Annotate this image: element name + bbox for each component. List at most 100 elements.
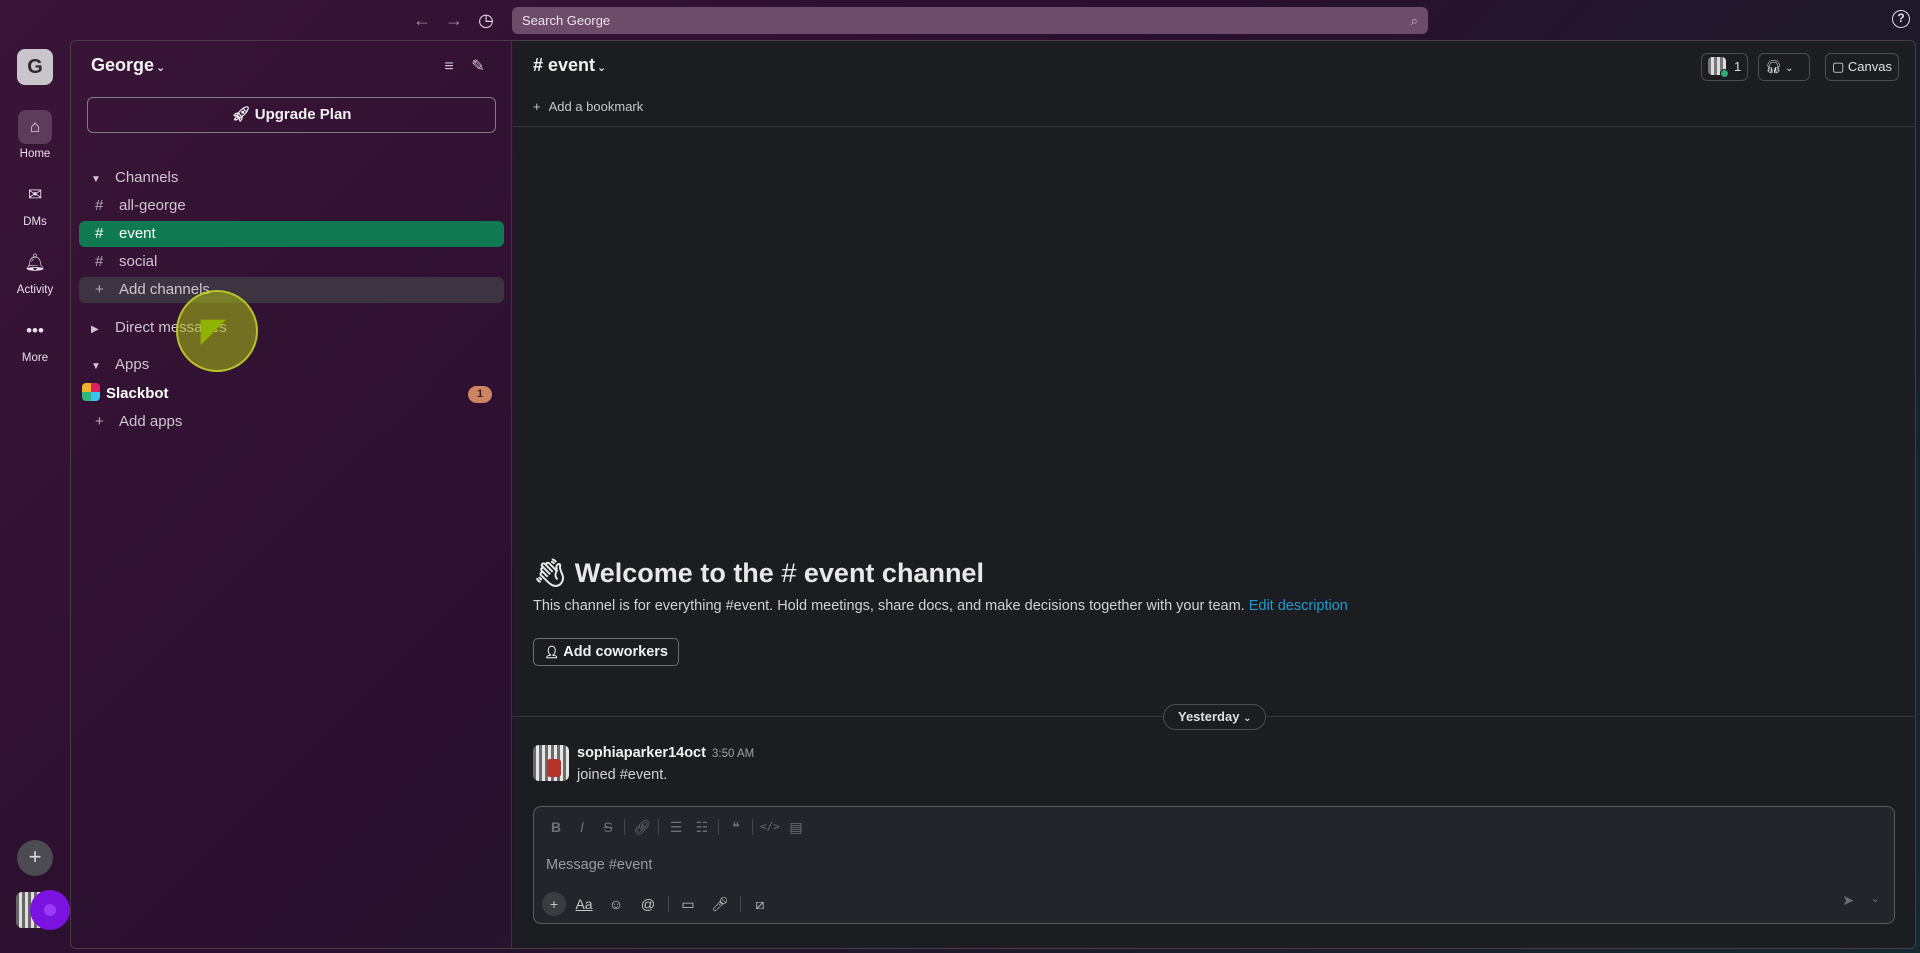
add-bookmark-button[interactable]: + Add a bookmark bbox=[533, 99, 643, 114]
status-dot-icon bbox=[30, 890, 70, 930]
compose-icon[interactable]: ✎ bbox=[467, 56, 489, 78]
canvas-icon: ▢ bbox=[1832, 59, 1848, 74]
mention-icon[interactable]: @ bbox=[636, 892, 660, 916]
channels-heading: Channels bbox=[115, 169, 179, 186]
apps-heading: Apps bbox=[115, 356, 150, 373]
code-block-icon[interactable]: ▤ bbox=[784, 817, 808, 837]
headphones-icon: 🎧︎ bbox=[1765, 59, 1782, 74]
add-coworkers-button[interactable]: 👤︎ Add coworkers bbox=[533, 638, 679, 666]
bold-icon[interactable]: B bbox=[544, 817, 568, 837]
blockquote-icon[interactable]: ❝ bbox=[724, 817, 748, 837]
add-coworkers-label: Add coworkers bbox=[563, 644, 668, 660]
forward-arrow-icon[interactable]: → bbox=[443, 9, 465, 31]
more-icon: ••• bbox=[26, 321, 44, 340]
app-name: Slackbot bbox=[106, 385, 169, 402]
apps-section-toggle[interactable]: ▼ Apps bbox=[91, 356, 149, 373]
rail-label: Activity bbox=[16, 284, 54, 296]
welcome-channel: event channel bbox=[803, 558, 984, 588]
slackbot-icon bbox=[82, 383, 100, 401]
day-divider-button[interactable]: Yesterday ⌄ bbox=[1163, 704, 1267, 730]
link-icon[interactable]: 🔗︎ bbox=[630, 817, 654, 837]
hash-icon: # bbox=[95, 253, 104, 270]
home-icon: ⌂ bbox=[18, 110, 52, 144]
rail-label: DMs bbox=[23, 216, 47, 228]
plus-icon: + bbox=[95, 281, 104, 298]
message-author[interactable]: sophiaparker14oct bbox=[577, 745, 706, 761]
strikethrough-icon[interactable]: S bbox=[596, 817, 620, 837]
upgrade-plan-button[interactable]: 🚀︎ Upgrade Plan bbox=[87, 97, 496, 133]
plus-icon: + bbox=[95, 413, 104, 430]
chevron-down-icon[interactable]: ⌄ bbox=[1871, 892, 1880, 905]
message-timestamp[interactable]: 3:50 AM bbox=[712, 748, 754, 760]
workspace-switcher[interactable]: G bbox=[17, 49, 53, 85]
canvas-label: Canvas bbox=[1847, 59, 1892, 74]
description-text: This channel is for everything #event. H… bbox=[533, 598, 1245, 614]
help-icon[interactable]: ? bbox=[1892, 10, 1910, 28]
back-arrow-icon[interactable]: ← bbox=[411, 9, 433, 31]
rail-item-dms[interactable]: ✉ DMs bbox=[0, 178, 70, 228]
message-composer: B I S 🔗︎ ☰ ☷ ❝ </> ▤ Message #event + Aa… bbox=[533, 806, 1895, 924]
caret-down-icon: ▼ bbox=[91, 361, 101, 372]
top-bar: ← → ◷ Search George ⌕ ? bbox=[0, 0, 1920, 40]
add-channels-button[interactable]: + Add channels bbox=[79, 277, 504, 303]
bulleted-list-icon[interactable]: ☷ bbox=[690, 817, 714, 837]
add-bookmark-label: Add a bookmark bbox=[548, 99, 644, 114]
rail-item-more[interactable]: ••• More bbox=[0, 314, 70, 364]
caret-right-icon: ▶ bbox=[91, 324, 99, 335]
rail-item-home[interactable]: ⌂ Home bbox=[0, 110, 70, 160]
sidebar-item-social[interactable]: # social bbox=[79, 249, 504, 275]
add-workspace-button[interactable]: + bbox=[17, 840, 53, 876]
code-icon[interactable]: </> bbox=[758, 817, 782, 837]
dms-icon: ✉ bbox=[27, 185, 43, 204]
channels-section-toggle[interactable]: ▼ Channels bbox=[91, 169, 178, 186]
history-icon[interactable]: ◷ bbox=[475, 9, 497, 31]
channel-view: # event ⌄ 1 🎧︎ ⌄ ▢ Canvas + Add a bookmark… bbox=[513, 41, 1915, 948]
sidebar: George ⌄ ≡ ✎ 🚀︎ Upgrade Plan ▼ Channels # a… bbox=[71, 41, 512, 948]
bell-icon: 🔔︎ bbox=[24, 253, 46, 272]
rail-label: Home bbox=[19, 148, 51, 160]
search-input[interactable]: Search George ⌕ bbox=[512, 7, 1428, 34]
add-apps-label: Add apps bbox=[119, 413, 183, 430]
person-add-icon: 👤︎ bbox=[544, 645, 560, 659]
send-icon[interactable]: ➤ bbox=[1842, 892, 1854, 909]
divider bbox=[513, 126, 1915, 127]
workspace-menu[interactable]: George ⌄ bbox=[91, 55, 165, 76]
sidebar-item-slackbot[interactable]: Slackbot 1 bbox=[79, 381, 504, 407]
welcome-title: 👋︎ Welcome to the # event channel bbox=[533, 557, 984, 589]
wave-icon: 👋︎ bbox=[533, 558, 575, 588]
video-icon[interactable]: ▭ bbox=[676, 892, 700, 916]
attach-plus-icon[interactable]: + bbox=[542, 892, 566, 916]
channel-header-menu[interactable]: # event ⌄ bbox=[533, 55, 606, 76]
sidebar-item-all-george[interactable]: # all-george bbox=[79, 193, 504, 219]
ordered-list-icon[interactable]: ☰ bbox=[664, 817, 688, 837]
rail-item-activity[interactable]: 🔔︎ Activity bbox=[0, 246, 70, 296]
plus-icon: + bbox=[533, 99, 541, 114]
search-icon: ⌕ bbox=[1410, 13, 1418, 28]
canvas-button[interactable]: ▢ Canvas bbox=[1825, 53, 1899, 81]
channel-name: social bbox=[119, 253, 158, 270]
welcome-prefix: Welcome to the bbox=[574, 558, 774, 588]
slash-command-icon[interactable]: ⧄ bbox=[748, 892, 772, 916]
edit-description-link[interactable]: Edit description bbox=[1249, 598, 1348, 614]
sidebar-item-event[interactable]: # event bbox=[79, 221, 504, 247]
hash-icon: # bbox=[95, 197, 104, 214]
message-input[interactable]: Message #event bbox=[546, 853, 1876, 877]
member-avatar bbox=[1708, 57, 1729, 78]
italic-icon[interactable]: I bbox=[570, 817, 594, 837]
members-button[interactable]: 1 bbox=[1701, 53, 1749, 81]
add-apps-button[interactable]: + Add apps bbox=[79, 409, 504, 435]
rocket-icon: 🚀︎ bbox=[231, 106, 255, 123]
chevron-down-icon: ⌄ bbox=[1785, 63, 1794, 74]
emoji-icon[interactable]: ☺ bbox=[604, 892, 628, 916]
formatting-icon[interactable]: Aa bbox=[572, 892, 596, 916]
welcome-description: This channel is for everything #event. H… bbox=[533, 598, 1348, 614]
huddle-button[interactable]: 🎧︎ ⌄ bbox=[1758, 53, 1810, 81]
search-placeholder: Search George bbox=[522, 13, 611, 28]
unread-badge: 1 bbox=[468, 386, 492, 403]
channel-name: event bbox=[119, 225, 156, 242]
rail-label: More bbox=[21, 352, 49, 364]
day-label: Yesterday bbox=[1178, 709, 1240, 724]
avatar[interactable] bbox=[533, 745, 569, 781]
filter-icon[interactable]: ≡ bbox=[438, 56, 460, 78]
microphone-icon[interactable]: 🎤︎ bbox=[708, 892, 732, 916]
